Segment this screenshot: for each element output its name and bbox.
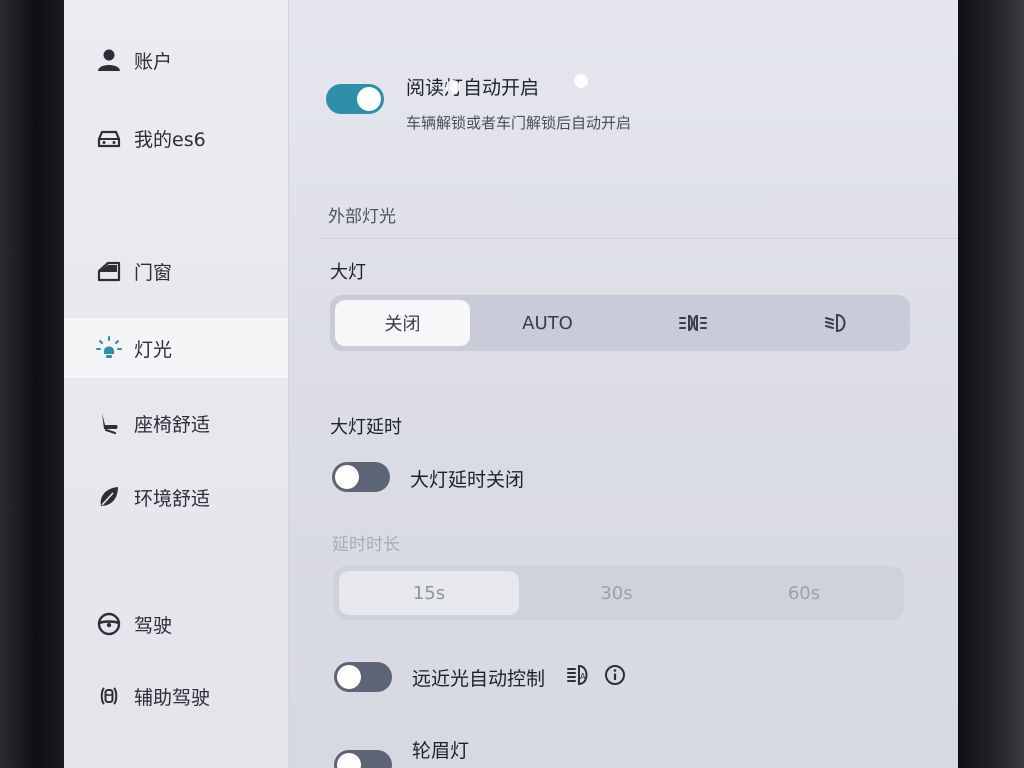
settings-content: 阅读灯自动开启 车辆解锁或者车门解锁后自动开启 外部灯光 大灯 关闭 AUTO: [288, 0, 958, 768]
headlight-option-auto[interactable]: AUTO: [475, 295, 620, 351]
driver-assist-icon: [100, 687, 118, 705]
screen-glare: [574, 74, 588, 88]
headlight-label: 大灯: [330, 262, 366, 283]
steering-wheel-icon: [97, 612, 121, 636]
sidebar-item-label: 座椅舒适: [134, 414, 211, 436]
headlight-option-low-beam[interactable]: [765, 295, 910, 351]
bulb-icon: [96, 336, 122, 358]
person-icon: [98, 49, 120, 71]
sidebar-item-account[interactable]: 账户: [64, 30, 288, 90]
sidebar-item-label: 账户: [134, 51, 173, 73]
toggle-knob: [357, 87, 381, 111]
sidebar-item-label: 我的es6: [134, 129, 206, 151]
sidebar: 账户 我的es6 门窗 灯光 座椅舒适 环境舒适 驾驶 辅助驾驶: [64, 0, 289, 768]
screen-glare: [446, 80, 460, 94]
parking-light-icon: [678, 314, 707, 332]
toggle-knob: [337, 665, 361, 689]
headlight-option-off[interactable]: 关闭: [335, 300, 470, 346]
sidebar-item-seat-comfort[interactable]: 座椅舒适: [64, 393, 288, 453]
sidebar-item-label: 驾驶: [134, 615, 173, 637]
auto-high-beam-toggle[interactable]: [334, 662, 392, 692]
screen-bezel-right: [958, 0, 1024, 768]
delay-duration-selector: 15s 30s 60s: [334, 566, 904, 620]
headlight-mode-selector: 关闭 AUTO: [330, 295, 910, 351]
seat-icon: [102, 413, 118, 435]
headlight-option-parking[interactable]: [620, 295, 765, 351]
sidebar-item-label: 辅助驾驶: [134, 687, 211, 709]
car-icon: [97, 130, 121, 148]
sidebar-item-driving[interactable]: 驾驶: [64, 594, 288, 654]
section-divider: [318, 238, 958, 239]
delay-option-30s[interactable]: 30s: [524, 566, 709, 620]
headlight-delay-label: 大灯延时: [330, 417, 402, 438]
auto-high-beam-icon: A: [567, 664, 588, 686]
sidebar-item-lighting[interactable]: 灯光: [64, 318, 288, 378]
door-icon: [97, 261, 121, 282]
info-icon[interactable]: [604, 664, 626, 686]
eyebrow-light-toggle[interactable]: [334, 750, 392, 768]
sidebar-item-my-es6[interactable]: 我的es6: [64, 108, 288, 168]
sidebar-item-label: 灯光: [134, 339, 173, 361]
headlight-delay-toggle[interactable]: [332, 462, 390, 492]
sidebar-item-doors-windows[interactable]: 门窗: [64, 241, 288, 301]
auto-high-beam-title: 远近光自动控制: [412, 668, 546, 690]
settings-screen: 账户 我的es6 门窗 灯光 座椅舒适 环境舒适 驾驶 辅助驾驶 阅读灯自动开启…: [64, 0, 958, 768]
sidebar-item-label: 门窗: [134, 262, 173, 284]
reading-light-subtitle: 车辆解锁或者车门解锁后自动开启: [406, 114, 632, 132]
leaf-icon: [100, 487, 118, 506]
eyebrow-light-title: 轮眉灯: [412, 740, 470, 762]
sidebar-item-climate-comfort[interactable]: 环境舒适: [64, 467, 288, 527]
headlight-delay-toggle-title: 大灯延时关闭: [410, 469, 525, 491]
delay-duration-label: 延时时长: [332, 535, 400, 555]
low-beam-icon: [824, 313, 845, 333]
delay-option-15s[interactable]: 15s: [339, 571, 519, 615]
reading-light-toggle[interactable]: [326, 84, 384, 114]
reading-light-title: 阅读灯自动开启: [406, 77, 540, 99]
toggle-knob: [335, 465, 359, 489]
delay-option-60s[interactable]: 60s: [709, 566, 899, 620]
svg-text:A: A: [580, 672, 586, 681]
screen-bezel-left: [0, 0, 64, 768]
sidebar-item-driver-assist[interactable]: 辅助驾驶: [64, 666, 288, 726]
sidebar-item-label: 环境舒适: [134, 488, 211, 510]
exterior-lights-section-title: 外部灯光: [328, 207, 396, 227]
toggle-knob: [337, 753, 361, 768]
